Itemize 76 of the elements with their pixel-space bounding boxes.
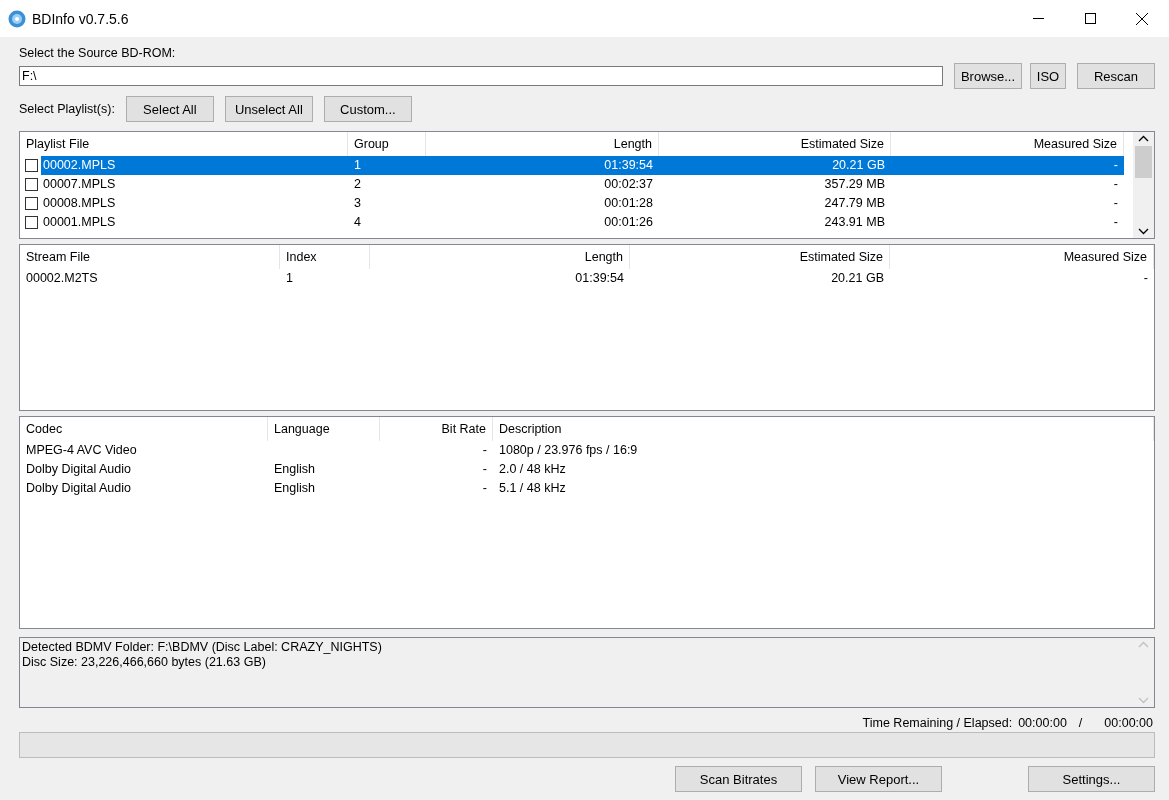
table-cell-text: 01:39:54 bbox=[574, 270, 625, 287]
table-cell-text: 357.29 MB bbox=[823, 176, 886, 193]
column-header[interactable]: Description bbox=[493, 417, 1154, 441]
playlist-checkbox[interactable] bbox=[25, 159, 38, 172]
column-header[interactable]: Language bbox=[268, 417, 380, 441]
playlist-row[interactable]: 00001.MPLS bbox=[41, 213, 348, 232]
scroll-down-icon[interactable] bbox=[1138, 228, 1149, 235]
time-remaining: 00:00:00 bbox=[1018, 716, 1067, 730]
table-cell-text: - bbox=[1112, 214, 1119, 231]
table-cell: 20.21 GB bbox=[659, 156, 891, 175]
table-cell-text: 00:02:37 bbox=[603, 176, 654, 193]
table-cell-text: 3 bbox=[353, 195, 362, 212]
playlist-checkbox[interactable] bbox=[25, 178, 38, 191]
column-header[interactable]: Length bbox=[370, 245, 630, 269]
source-label: Select the Source BD-ROM: bbox=[19, 46, 177, 60]
table-cell-text: 4 bbox=[353, 214, 362, 231]
scroll-thumb[interactable] bbox=[1135, 146, 1152, 178]
footer-button[interactable]: Settings... bbox=[1028, 766, 1155, 792]
time-separator: / bbox=[1078, 716, 1083, 730]
minimize-icon bbox=[1032, 17, 1044, 20]
playlist-select-button[interactable]: Unselect All bbox=[224, 96, 313, 122]
table-cell-text: Dolby Digital Audio bbox=[25, 461, 132, 478]
playlist-checkbox[interactable] bbox=[25, 197, 38, 210]
table-cell-text: English bbox=[273, 480, 316, 497]
source-button[interactable]: Rescan bbox=[1077, 63, 1155, 89]
table-cell: 1 bbox=[348, 156, 426, 175]
source-button[interactable]: Browse... bbox=[954, 63, 1022, 89]
scroll-up-icon[interactable] bbox=[1138, 135, 1149, 142]
table-cell-text: English bbox=[273, 461, 316, 478]
table-cell-text: 2.0 / 48 kHz bbox=[498, 461, 567, 478]
table-cell-text: - bbox=[1112, 176, 1119, 193]
table-cell-text: - bbox=[481, 461, 488, 478]
table-cell-text: 00:01:28 bbox=[603, 195, 654, 212]
playlist-select-label: Select Playlist(s): bbox=[19, 102, 115, 116]
window-title: BDInfo v0.7.5.6 bbox=[32, 10, 130, 27]
playlist-row[interactable]: 00008.MPLS bbox=[41, 194, 348, 213]
table-cell-text: Dolby Digital Audio bbox=[25, 480, 132, 497]
table-cell: - bbox=[891, 156, 1124, 175]
table-cell-text: - bbox=[1142, 270, 1149, 287]
time-elapsed: 00:00:00 bbox=[1104, 716, 1153, 730]
table-cell-text: 2 bbox=[353, 176, 362, 193]
table-cell-text: 1080p / 23.976 fps / 16:9 bbox=[498, 442, 639, 459]
column-header[interactable]: Bit Rate bbox=[380, 417, 493, 441]
source-path-field[interactable]: F:\ bbox=[19, 66, 943, 86]
column-header[interactable]: Stream File bbox=[20, 245, 280, 269]
scrollbar[interactable] bbox=[1133, 132, 1154, 238]
table-cell-text: 00:01:26 bbox=[603, 214, 654, 231]
column-header[interactable]: Measured Size bbox=[890, 245, 1154, 269]
column-header[interactable]: Estimated Size bbox=[630, 245, 890, 269]
table-cell-text: 5.1 / 48 kHz bbox=[498, 480, 567, 497]
table-cell-text: 20.21 GB bbox=[830, 270, 885, 287]
disc-icon bbox=[8, 9, 26, 28]
column-header[interactable]: Index bbox=[280, 245, 370, 269]
table-cell-text: 1 bbox=[285, 270, 294, 287]
playlist-row[interactable]: 00002.MPLS bbox=[41, 156, 348, 175]
column-header[interactable]: Codec bbox=[20, 417, 268, 441]
time-label: Time Remaining / Elapsed: bbox=[862, 716, 1013, 730]
table-cell-text: 00002.M2TS bbox=[25, 270, 99, 287]
table-cell-text: 243.91 MB bbox=[823, 214, 886, 231]
table-cell-text: - bbox=[1112, 195, 1119, 212]
source-button[interactable]: ISO bbox=[1030, 63, 1066, 89]
maximize-icon bbox=[1084, 13, 1096, 24]
footer-button[interactable]: View Report... bbox=[815, 766, 942, 792]
playlist-checkbox[interactable] bbox=[25, 216, 38, 229]
playlist-row[interactable]: 00007.MPLS bbox=[41, 175, 348, 194]
table-cell-text: 247.79 MB bbox=[823, 195, 886, 212]
close-icon bbox=[1136, 12, 1148, 25]
log-line: Disc Size: 23,226,466,660 bytes (21.63 GB) bbox=[22, 655, 267, 670]
playlist-select-button[interactable]: Select All bbox=[125, 96, 214, 122]
log-line: Detected BDMV Folder: F:\BDMV (Disc Label: CRAZY_NIGHTS) bbox=[22, 640, 383, 655]
table-cell-text: - bbox=[481, 442, 488, 459]
table-cell: 01:39:54 bbox=[426, 156, 659, 175]
table-cell-text: MPEG-4 AVC Video bbox=[25, 442, 138, 459]
playlist-select-button[interactable]: Custom... bbox=[323, 96, 412, 122]
table-cell-text: - bbox=[481, 480, 488, 497]
footer-button[interactable]: Scan Bitrates bbox=[675, 766, 802, 792]
